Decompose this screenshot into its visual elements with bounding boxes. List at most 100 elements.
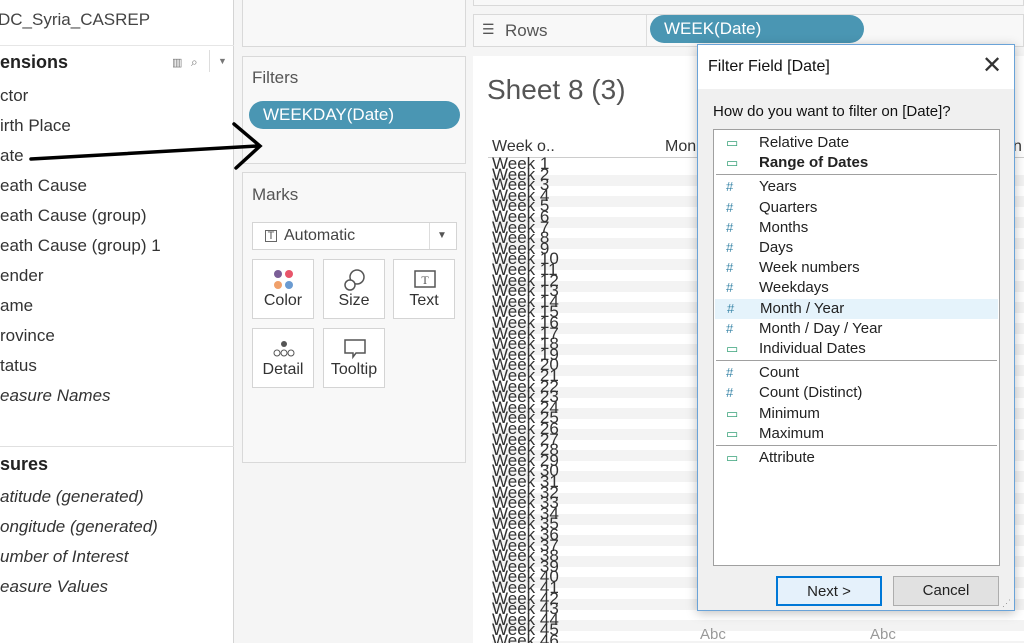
filter-option-count[interactable]: # Count	[726, 363, 1010, 383]
mark-type-dropdown[interactable]: T Automatic ▼	[252, 222, 457, 250]
close-icon[interactable]: ✕	[982, 51, 1002, 80]
detail-card[interactable]: Detail	[252, 328, 314, 388]
size-card[interactable]: Size	[323, 259, 385, 319]
dimension-field[interactable]: tatus	[0, 356, 37, 376]
measure-field[interactable]: ongitude (generated)	[0, 517, 158, 537]
dimension-field[interactable]: ame	[0, 296, 33, 316]
hash-icon: #	[726, 199, 734, 215]
sheet-title: Sheet 8 (3)	[487, 74, 626, 105]
resize-grip-icon[interactable]: ⋰	[1002, 598, 1011, 609]
hash-icon: #	[726, 280, 734, 296]
rows-icon: ☰	[482, 21, 495, 37]
option-label: Month / Day / Year	[759, 319, 883, 337]
option-label: Week numbers	[759, 259, 860, 277]
measures-header: sures	[0, 454, 49, 474]
dimension-field[interactable]: ender	[0, 266, 43, 286]
filter-field-dialog: Filter Field [Date] ✕ How do you want to…	[697, 44, 1015, 611]
option-label: Count (Distinct)	[759, 384, 863, 402]
filter-type-list[interactable]: ▭ Relative Date ▭ Range of Dates # Years # Quar…	[713, 129, 1000, 566]
option-label: Weekdays	[759, 279, 829, 297]
filter-option-months[interactable]: # Months	[726, 218, 1010, 238]
filter-option-count-distinct-[interactable]: # Count (Distinct)	[726, 383, 1010, 403]
cancel-button[interactable]: Cancel	[893, 576, 999, 606]
text-icon: T	[414, 270, 436, 288]
calendar-icon: ▭	[726, 405, 739, 421]
hash-icon: #	[726, 320, 734, 336]
measure-field[interactable]: umber of Interest	[0, 547, 129, 567]
filter-option-individual-dates[interactable]: ▭ Individual Dates	[726, 339, 1010, 359]
option-label: Maximum	[759, 424, 825, 442]
filter-option-quarters[interactable]: # Quarters	[726, 198, 1010, 218]
hash-icon: #	[726, 260, 734, 276]
annotation-arrow	[29, 122, 263, 170]
hash-icon: #	[726, 219, 734, 235]
filter-option-month-year[interactable]: # Month / Year	[715, 298, 998, 319]
calendar-icon: ▭	[726, 155, 739, 171]
filter-option-month-day-year[interactable]: # Month / Day / Year	[726, 319, 1010, 339]
filter-option-years[interactable]: # Years	[726, 177, 1010, 197]
option-label: Range of Dates	[759, 154, 869, 172]
rows-pill-week[interactable]: WEEK(Date)	[650, 15, 864, 43]
dialog-question: How do you want to filter on [Date]?	[713, 103, 951, 120]
color-icon	[274, 270, 293, 289]
mark-type-label: Automatic	[284, 227, 356, 244]
hash-icon: #	[726, 365, 734, 381]
option-label: Count	[759, 364, 800, 382]
option-label: Years	[759, 178, 797, 196]
size-icon	[344, 269, 365, 291]
color-card[interactable]: Color	[252, 259, 314, 319]
column-header-monday[interactable]: Mon	[665, 138, 696, 156]
abc-cell: Abc	[700, 626, 726, 643]
divider	[0, 446, 234, 447]
text-card[interactable]: T Text	[393, 259, 455, 319]
dimension-field[interactable]: rovince	[0, 326, 55, 346]
svg-text:T: T	[421, 273, 429, 287]
calendar-icon: ▭	[726, 450, 739, 465]
dialog-title: Filter Field [Date]	[708, 58, 830, 75]
dimension-field[interactable]: easure Names	[0, 386, 111, 406]
dialog-titlebar: Filter Field [Date] ✕	[698, 45, 1014, 89]
option-label: Days	[759, 239, 794, 256]
marks-card: Marks T Automatic ▼ Color Size T Text De…	[242, 172, 466, 463]
option-label: Individual Dates	[759, 340, 866, 357]
filter-option-weekdays[interactable]: # Weekdays	[726, 278, 1010, 298]
row-band	[492, 619, 1024, 631]
hash-icon: #	[726, 385, 734, 401]
next-button[interactable]: Next >	[776, 576, 882, 606]
option-label: Month / Year	[760, 299, 845, 317]
list-separator	[716, 445, 997, 446]
measure-field[interactable]: atitude (generated)	[0, 487, 144, 507]
filter-option-attribute[interactable]: ▭ Attribute	[726, 448, 1010, 468]
measure-field[interactable]: easure Values	[0, 577, 108, 597]
hash-icon: #	[727, 300, 735, 316]
rows-label: Rows	[505, 21, 548, 40]
filter-option-relative-date[interactable]: ▭ Relative Date	[726, 133, 1010, 153]
option-label: Relative Date	[759, 134, 850, 151]
week-row-label[interactable]: Week 46	[492, 632, 559, 643]
filter-option-week-numbers[interactable]: # Week numbers	[726, 258, 1010, 278]
option-label: Attribute	[759, 449, 815, 466]
columns-shelf	[473, 0, 1024, 6]
calendar-icon: ▭	[726, 425, 739, 441]
calendar-icon: ▭	[726, 341, 739, 356]
list-separator	[716, 360, 997, 362]
hash-icon: #	[726, 179, 734, 195]
filter-option-maximum[interactable]: ▭ Maximum	[726, 424, 1010, 444]
dimension-field[interactable]: eath Cause (group)	[0, 206, 146, 226]
filter-option-days[interactable]: # Days	[726, 238, 1010, 258]
rows-shelf: ☰ Rows WEEK(Date)	[473, 14, 1024, 47]
chevron-down-icon: ▼	[437, 230, 447, 241]
filter-option-minimum[interactable]: ▭ Minimum	[726, 404, 1010, 424]
abc-cell: Abc	[870, 626, 896, 643]
detail-icon	[273, 341, 295, 357]
option-label: Months	[759, 218, 809, 236]
option-label: Minimum	[759, 404, 820, 422]
dimension-field[interactable]: eath Cause (group) 1	[0, 236, 161, 256]
tooltip-icon	[344, 339, 366, 360]
text-mark-icon: T	[265, 230, 277, 242]
option-label: Quarters	[759, 198, 818, 216]
list-separator	[716, 174, 997, 176]
tooltip-card[interactable]: Tooltip	[323, 328, 385, 388]
calendar-icon: ▭	[726, 135, 739, 150]
filter-option-range-of-dates[interactable]: ▭ Range of Dates	[726, 153, 1010, 173]
